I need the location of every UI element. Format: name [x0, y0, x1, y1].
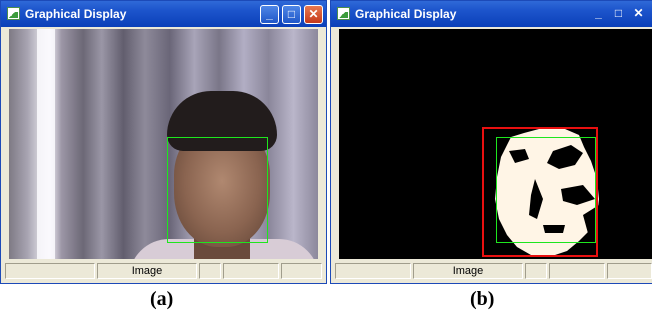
- graphical-display-window-b: Graphical Display _ □ ✕ Image: [330, 0, 652, 284]
- face-detection-box: [167, 137, 268, 243]
- window-title: Graphical Display: [25, 7, 127, 21]
- window-title: Graphical Display: [355, 7, 457, 21]
- camera-image: [9, 29, 318, 259]
- caption-b: (b): [470, 288, 495, 310]
- app-icon: [7, 7, 20, 20]
- status-panel-image: Image: [97, 263, 197, 279]
- status-panel-empty: [525, 263, 547, 279]
- status-bar: Image: [335, 263, 652, 279]
- maximize-button[interactable]: □: [282, 5, 301, 24]
- caption-a: (a): [150, 288, 174, 310]
- status-panel-empty: [223, 263, 279, 279]
- status-panel-image: Image: [413, 263, 523, 279]
- status-panel-empty: [199, 263, 221, 279]
- status-panel-empty: [607, 263, 652, 279]
- maximize-button[interactable]: □: [609, 5, 628, 24]
- status-panel-empty: [549, 263, 605, 279]
- close-button[interactable]: ✕: [304, 5, 323, 24]
- face-detection-box: [496, 137, 596, 243]
- status-bar: Image: [5, 263, 322, 279]
- title-bar[interactable]: Graphical Display _ □ ✕: [1, 1, 326, 27]
- status-panel-empty: [335, 263, 411, 279]
- minimize-button[interactable]: _: [260, 5, 279, 24]
- app-icon: [337, 7, 350, 20]
- status-panel-empty: [281, 263, 322, 279]
- title-bar[interactable]: Graphical Display _ □ ✕: [331, 1, 652, 27]
- status-panel-empty: [5, 263, 95, 279]
- window-glare: [37, 29, 55, 259]
- minimize-button[interactable]: _: [589, 5, 608, 24]
- skin-mask-image: [339, 29, 652, 259]
- close-button[interactable]: ✕: [629, 5, 648, 24]
- graphical-display-window-a: Graphical Display _ □ ✕ Image: [0, 0, 327, 284]
